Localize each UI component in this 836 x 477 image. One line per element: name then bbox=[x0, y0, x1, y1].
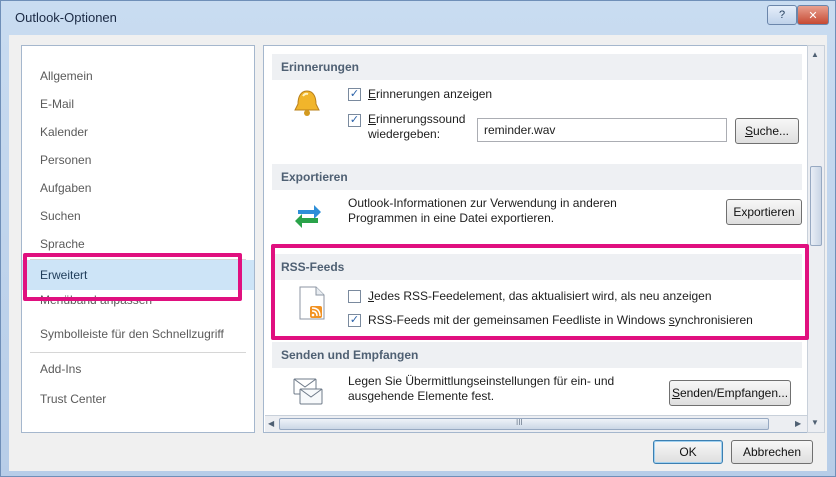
send-receive-icon bbox=[293, 378, 323, 405]
window-title: Outlook-Optionen bbox=[15, 10, 117, 25]
rss-sync-label: RSS-Feeds mit der gemeinsamen Feedliste … bbox=[368, 313, 753, 327]
vertical-scrollbar[interactable]: ▲ ▼ bbox=[807, 45, 825, 433]
section-header-erinnerungen: Erinnerungen bbox=[272, 54, 802, 80]
nav-item-personen[interactable]: Personen bbox=[22, 147, 254, 174]
export-description-line2: Programmen in eine Datei exportieren. bbox=[348, 211, 555, 225]
scroll-left-icon[interactable]: ◀ bbox=[268, 419, 274, 428]
rss-show-as-new-label: Jedes RSS-Feedelement, das aktualisiert … bbox=[368, 289, 712, 303]
section-header-senden: Senden und Empfangen bbox=[272, 342, 802, 368]
nav-separator bbox=[30, 352, 246, 353]
scroll-down-icon[interactable]: ▼ bbox=[811, 418, 819, 427]
reminder-sound-label: Erinnerungssound bbox=[368, 112, 466, 126]
reminder-sound-field[interactable]: reminder.wav bbox=[477, 118, 727, 142]
rss-show-as-new-checkbox[interactable] bbox=[348, 290, 361, 303]
nav-item-allgemein[interactable]: Allgemein bbox=[22, 63, 254, 90]
settings-panel: Erinnerungen ✓ Erinnerungen anzeigen ✓ E… bbox=[263, 45, 809, 433]
help-icon: ? bbox=[778, 9, 786, 21]
nav-item-menueband[interactable]: Menüband anpassen bbox=[22, 287, 254, 314]
rss-sync-checkbox[interactable]: ✓ bbox=[348, 314, 361, 327]
browse-sound-button[interactable]: Suche... bbox=[735, 118, 799, 144]
scroll-grip: III bbox=[516, 418, 523, 427]
nav-item-aufgaben[interactable]: Aufgaben bbox=[22, 175, 254, 202]
rss-document-icon bbox=[299, 286, 325, 320]
export-arrows-icon bbox=[295, 205, 321, 228]
show-reminders-label: Erinnerungen anzeigen bbox=[368, 87, 493, 101]
nav-item-kalender[interactable]: Kalender bbox=[22, 119, 254, 146]
scroll-up-icon[interactable]: ▲ bbox=[811, 50, 819, 59]
nav-item-schnellzugriff[interactable]: Symbolleiste für den Schnellzugriff bbox=[22, 321, 254, 348]
bell-icon bbox=[294, 90, 320, 116]
options-dialog: Outlook-Optionen ? ✕ Allgemein E-Mail Ka… bbox=[0, 0, 836, 477]
send-receive-description-line1: Legen Sie Übermittlungseinstellungen für… bbox=[348, 374, 615, 388]
reminder-sound-checkbox[interactable]: ✓ bbox=[348, 114, 361, 127]
close-button[interactable]: ✕ bbox=[797, 5, 829, 25]
ok-button[interactable]: OK bbox=[653, 440, 723, 464]
help-button[interactable]: ? bbox=[767, 5, 797, 25]
cancel-button[interactable]: Abbrechen bbox=[731, 440, 813, 464]
nav-item-addins[interactable]: Add-Ins bbox=[22, 356, 254, 383]
export-button[interactable]: Exportieren bbox=[726, 199, 802, 225]
export-description-line1: Outlook-Informationen zur Verwendung in … bbox=[348, 196, 617, 210]
nav-item-sprache[interactable]: Sprache bbox=[22, 231, 254, 258]
title-bar: Outlook-Optionen ? ✕ bbox=[1, 1, 835, 35]
vertical-scroll-thumb[interactable] bbox=[810, 166, 822, 246]
horizontal-scroll-thumb[interactable]: III bbox=[279, 418, 769, 430]
horizontal-scrollbar[interactable]: ◀ III ▶ bbox=[265, 415, 807, 432]
scroll-right-icon[interactable]: ▶ bbox=[795, 419, 801, 428]
section-header-exportieren: Exportieren bbox=[272, 164, 802, 190]
section-header-rss: RSS-Feeds bbox=[272, 254, 802, 280]
nav-item-erweitert[interactable]: Erweitert bbox=[22, 260, 254, 290]
dialog-client-area: Allgemein E-Mail Kalender Personen Aufga… bbox=[9, 35, 827, 471]
category-list: Allgemein E-Mail Kalender Personen Aufga… bbox=[21, 45, 255, 433]
send-receive-description-line2: ausgehende Elemente fest. bbox=[348, 389, 495, 403]
show-reminders-checkbox[interactable]: ✓ bbox=[348, 88, 361, 101]
nav-item-email[interactable]: E-Mail bbox=[22, 91, 254, 118]
nav-item-trust-center[interactable]: Trust Center bbox=[22, 386, 254, 413]
nav-item-suchen[interactable]: Suchen bbox=[22, 203, 254, 230]
reminder-sound-label-line2: wiedergeben: bbox=[368, 127, 441, 141]
send-receive-button[interactable]: Senden/Empfangen... bbox=[669, 380, 791, 406]
close-icon: ✕ bbox=[808, 9, 818, 22]
